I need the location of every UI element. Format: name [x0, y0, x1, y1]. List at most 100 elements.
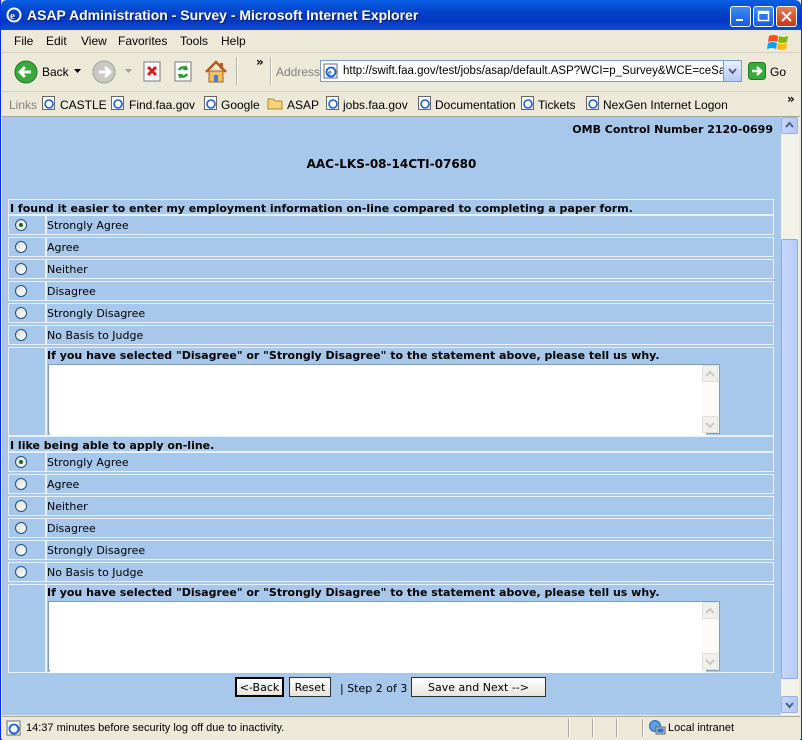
- option-label: Strongly Agree: [46, 215, 774, 235]
- home-icon[interactable]: [203, 59, 229, 85]
- link-nexgen[interactable]: NexGen Internet Logon: [603, 98, 728, 112]
- q1-radio-strongly-disagree[interactable]: [15, 307, 27, 319]
- svg-text:e: e: [10, 10, 15, 22]
- q1-radio-strongly-agree[interactable]: [15, 219, 27, 231]
- q1-radio-agree[interactable]: [15, 241, 27, 253]
- back-button-label[interactable]: Back: [42, 65, 69, 79]
- save-and-next-button[interactable]: Save and Next -->: [411, 677, 546, 697]
- link-find-faa[interactable]: Find.faa.gov: [129, 98, 195, 112]
- q2-why-textarea[interactable]: [50, 603, 706, 673]
- option-row: Strongly Disagree: [8, 303, 774, 323]
- why-textarea-box: [48, 364, 720, 436]
- scroll-up-icon[interactable]: [702, 365, 718, 382]
- scroll-up-button[interactable]: [781, 117, 798, 134]
- windows-logo-icon: [767, 35, 788, 50]
- q2-radio-neither[interactable]: [15, 500, 27, 512]
- menu-help[interactable]: Help: [221, 34, 246, 48]
- address-bar[interactable]: e http://swift.faa.gov/test/jobs/asap/de…: [320, 60, 742, 82]
- link-tickets[interactable]: Tickets: [538, 98, 576, 112]
- option-label: Strongly Agree: [46, 452, 774, 472]
- link-page-icon: [204, 96, 217, 110]
- option-label: Agree: [46, 474, 774, 494]
- links-bar: Links CASTLE Find.faa.gov Google ASAP jo…: [2, 92, 800, 117]
- ie-icon: e: [6, 7, 22, 26]
- title-bar[interactable]: e ASAP Administration - Survey - Microso…: [1, 0, 801, 30]
- option-row: No Basis to Judge: [8, 325, 774, 345]
- maximize-button[interactable]: [753, 6, 774, 27]
- go-arrow-icon[interactable]: [748, 62, 766, 80]
- menu-favorites[interactable]: Favorites: [118, 34, 167, 48]
- scroll-up-icon[interactable]: [702, 602, 718, 619]
- page-content: OMB Control Number 2120-0699 AAC-LKS-08-…: [2, 117, 781, 715]
- back-dropdown-icon[interactable]: [74, 69, 81, 74]
- refresh-icon[interactable]: [173, 61, 195, 83]
- option-label: Strongly Disagree: [46, 303, 774, 323]
- toolbar-separator: [236, 57, 238, 85]
- links-overflow-chevron[interactable]: »: [787, 92, 795, 106]
- stop-icon[interactable]: [142, 61, 164, 83]
- radio-cell: [8, 325, 46, 345]
- link-documentation[interactable]: Documentation: [435, 98, 516, 112]
- link-page-icon: [586, 96, 599, 110]
- toolbar-separator: [270, 57, 272, 85]
- textarea-scrollbar[interactable]: [702, 365, 719, 433]
- address-url[interactable]: http://swift.faa.gov/test/jobs/asap/defa…: [343, 65, 723, 77]
- back-button[interactable]: <-Back: [235, 677, 284, 697]
- why-label: If you have selected "Disagree" or "Stro…: [47, 349, 660, 362]
- q1-radio-neither[interactable]: [15, 263, 27, 275]
- option-label: Disagree: [46, 281, 774, 301]
- radio-cell: [8, 259, 46, 279]
- option-label: Agree: [46, 237, 774, 257]
- scroll-down-icon[interactable]: [702, 653, 718, 670]
- address-label: Address: [276, 65, 321, 79]
- minimize-button[interactable]: [730, 6, 751, 27]
- address-dropdown-button[interactable]: [723, 61, 741, 81]
- status-divider: [568, 719, 570, 737]
- q2-radio-no-basis[interactable]: [15, 566, 27, 578]
- option-label: Neither: [46, 496, 774, 516]
- q2-radio-strongly-disagree[interactable]: [15, 544, 27, 556]
- minimize-icon: [736, 19, 743, 21]
- link-jobs-faa[interactable]: jobs.faa.gov: [343, 98, 408, 112]
- q2-radio-disagree[interactable]: [15, 522, 27, 534]
- why-cell: If you have selected "Disagree" or "Stro…: [46, 347, 774, 436]
- link-google[interactable]: Google: [221, 98, 260, 112]
- back-arrow-icon[interactable]: [14, 60, 38, 84]
- scroll-down-button[interactable]: [781, 696, 798, 713]
- menu-view[interactable]: View: [81, 34, 107, 48]
- option-row: Strongly Disagree: [8, 540, 774, 560]
- option-row: Disagree: [8, 518, 774, 538]
- textarea-scrollbar[interactable]: [702, 602, 719, 670]
- forward-dropdown-icon[interactable]: [125, 69, 132, 74]
- option-row: Neither: [8, 259, 774, 279]
- forward-arrow-icon[interactable]: [92, 60, 116, 84]
- local-intranet-icon: [649, 720, 666, 735]
- link-page-icon: [42, 96, 55, 110]
- q1-radio-no-basis[interactable]: [15, 329, 27, 341]
- why-label: If you have selected "Disagree" or "Stro…: [47, 586, 660, 599]
- status-bar: 14:37 minutes before security log off du…: [2, 716, 800, 740]
- status-divider: [592, 719, 594, 737]
- link-page-icon: [326, 96, 339, 110]
- menu-tools[interactable]: Tools: [180, 34, 208, 48]
- radio-cell: [8, 237, 46, 257]
- link-castle[interactable]: CASTLE: [60, 98, 107, 112]
- scroll-down-icon[interactable]: [702, 416, 718, 433]
- go-button-label[interactable]: Go: [770, 65, 786, 79]
- menu-edit[interactable]: Edit: [46, 34, 67, 48]
- reset-button[interactable]: Reset: [289, 677, 331, 697]
- q2-radio-strongly-agree[interactable]: [15, 456, 27, 468]
- q2-radio-agree[interactable]: [15, 478, 27, 490]
- why-textarea-box: [48, 601, 720, 673]
- status-divider: [616, 719, 618, 737]
- svg-text:e: e: [328, 68, 332, 77]
- maximize-icon: [757, 10, 770, 22]
- q1-why-textarea[interactable]: [50, 366, 706, 436]
- link-asap[interactable]: ASAP: [287, 98, 319, 112]
- page-scrollbar[interactable]: [781, 117, 799, 715]
- toolbar-overflow-chevron[interactable]: »: [256, 55, 264, 69]
- menu-file[interactable]: File: [14, 34, 33, 48]
- q1-radio-disagree[interactable]: [15, 285, 27, 297]
- close-button[interactable]: [776, 6, 797, 27]
- scroll-thumb[interactable]: [781, 239, 798, 679]
